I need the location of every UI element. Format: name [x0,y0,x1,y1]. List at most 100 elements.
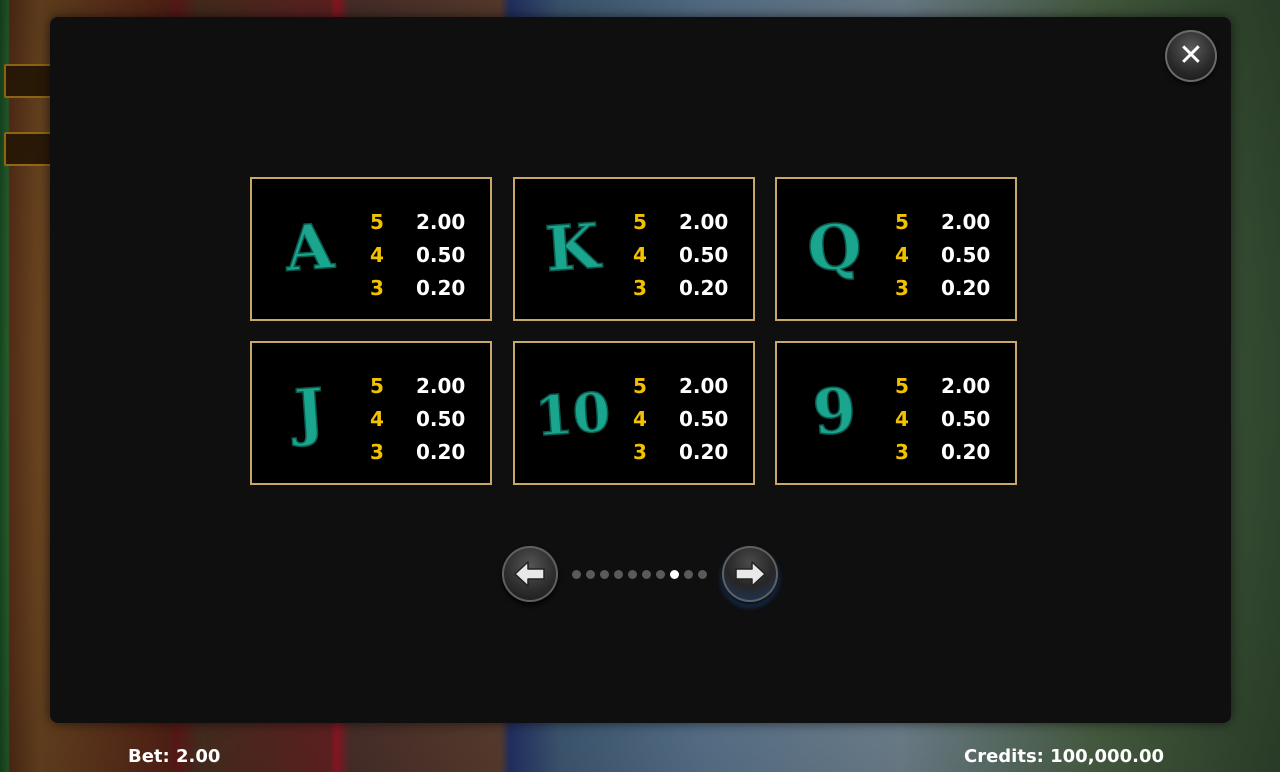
pay-value: 0.20 [941,275,991,300]
pay-count: 3 [895,275,909,300]
pay-count: 5 [633,209,647,234]
page-dot[interactable] [656,570,665,579]
pay-value: 0.20 [416,439,466,464]
symbol-k-icon: K [533,199,613,299]
pay-row: 5 2.00 [633,369,728,402]
pay-list: 5 2.00 4 0.50 3 0.20 [370,205,465,304]
pay-row: 4 0.50 [895,238,990,271]
paytable-card-10: 10 5 2.00 4 0.50 3 0.20 [513,341,755,485]
symbol-q-icon: Q [795,199,875,299]
pay-row: 3 0.20 [633,435,728,468]
pay-count: 4 [633,406,647,431]
symbol-glyph: A [282,209,337,285]
symbol-glyph: K [543,209,604,286]
pay-row: 3 0.20 [895,271,990,304]
pay-count: 3 [370,275,384,300]
pay-row: 5 2.00 [895,205,990,238]
symbol-glyph: Q [805,209,864,286]
pay-count: 4 [633,242,647,267]
pay-count: 3 [895,439,909,464]
pay-row: 5 2.00 [895,369,990,402]
next-page-button[interactable] [722,546,778,602]
pay-row: 5 2.00 [370,205,465,238]
pay-value: 0.50 [416,242,466,267]
pay-count: 5 [895,373,909,398]
pay-count: 5 [370,373,384,398]
status-bar: Bet: 2.00 Credits: 100,000.00 [0,742,1280,772]
page-dot[interactable] [698,570,707,579]
pay-value: 0.50 [941,406,991,431]
paytable-card-q: Q 5 2.00 4 0.50 3 0.20 [775,177,1017,321]
pay-value: 2.00 [941,209,991,234]
pagination-nav [500,546,780,602]
pay-row: 3 0.20 [370,271,465,304]
page-dot[interactable] [586,570,595,579]
pay-count: 5 [633,373,647,398]
pay-row: 4 0.50 [633,402,728,435]
pay-row: 4 0.50 [895,402,990,435]
arrow-right-icon [735,561,766,587]
pay-count: 3 [370,439,384,464]
pay-value: 0.50 [679,406,729,431]
symbol-10-icon: 10 [532,363,613,463]
pay-value: 2.00 [941,373,991,398]
symbol-glyph: 10 [533,379,612,448]
pay-row: 5 2.00 [370,369,465,402]
pay-count: 4 [370,406,384,431]
paytable-card-j: J 5 2.00 4 0.50 3 0.20 [250,341,492,485]
paytable-grid: A 5 2.00 4 0.50 3 0.20 K 5 2.00 4 0.50 3 0.20 … [250,177,1022,489]
close-icon: ✕ [1178,38,1204,73]
symbol-a-icon: A [270,199,350,299]
pay-value: 2.00 [416,209,466,234]
pay-value: 0.20 [679,439,729,464]
pay-value: 0.50 [941,242,991,267]
pay-value: 0.50 [679,242,729,267]
pay-row: 4 0.50 [370,402,465,435]
pay-value: 0.20 [679,275,729,300]
page-dot[interactable] [628,570,637,579]
page-dot[interactable] [600,570,609,579]
arrow-left-icon [514,561,545,587]
pay-list: 5 2.00 4 0.50 3 0.20 [633,205,728,304]
pay-list: 5 2.00 4 0.50 3 0.20 [895,205,990,304]
pay-value: 0.50 [416,406,466,431]
symbol-9-icon: 9 [795,363,875,463]
pay-value: 2.00 [679,209,729,234]
pay-value: 0.20 [941,439,991,464]
pay-row: 3 0.20 [633,271,728,304]
close-button[interactable]: ✕ [1165,30,1217,82]
paytable-card-a: A 5 2.00 4 0.50 3 0.20 [250,177,492,321]
paytable-card-9: 9 5 2.00 4 0.50 3 0.20 [775,341,1017,485]
pay-count: 4 [895,406,909,431]
pay-count: 3 [633,439,647,464]
pay-count: 4 [895,242,909,267]
pay-count: 5 [370,209,384,234]
pay-count: 4 [370,242,384,267]
page-dot[interactable] [684,570,693,579]
pay-list: 5 2.00 4 0.50 3 0.20 [370,369,465,468]
pay-value: 2.00 [416,373,466,398]
pay-value: 0.20 [416,275,466,300]
page-dot[interactable] [572,570,581,579]
pay-row: 4 0.50 [370,238,465,271]
symbol-glyph: J [287,374,326,449]
paytable-card-k: K 5 2.00 4 0.50 3 0.20 [513,177,755,321]
pay-row: 5 2.00 [633,205,728,238]
pay-list: 5 2.00 4 0.50 3 0.20 [895,369,990,468]
pay-count: 3 [633,275,647,300]
symbol-glyph: 9 [810,374,858,450]
pay-count: 5 [895,209,909,234]
pay-row: 3 0.20 [895,435,990,468]
credits-display: Credits: 100,000.00 [963,746,1164,767]
symbol-j-icon: J [270,363,350,463]
page-dot[interactable] [614,570,623,579]
pay-list: 5 2.00 4 0.50 3 0.20 [633,369,728,468]
page-dot[interactable] [670,570,679,579]
pay-row: 4 0.50 [633,238,728,271]
bet-display: Bet: 2.00 [128,746,221,767]
pay-row: 3 0.20 [370,435,465,468]
page-indicator [572,570,707,579]
prev-page-button[interactable] [502,546,558,602]
pay-value: 2.00 [679,373,729,398]
page-dot[interactable] [642,570,651,579]
